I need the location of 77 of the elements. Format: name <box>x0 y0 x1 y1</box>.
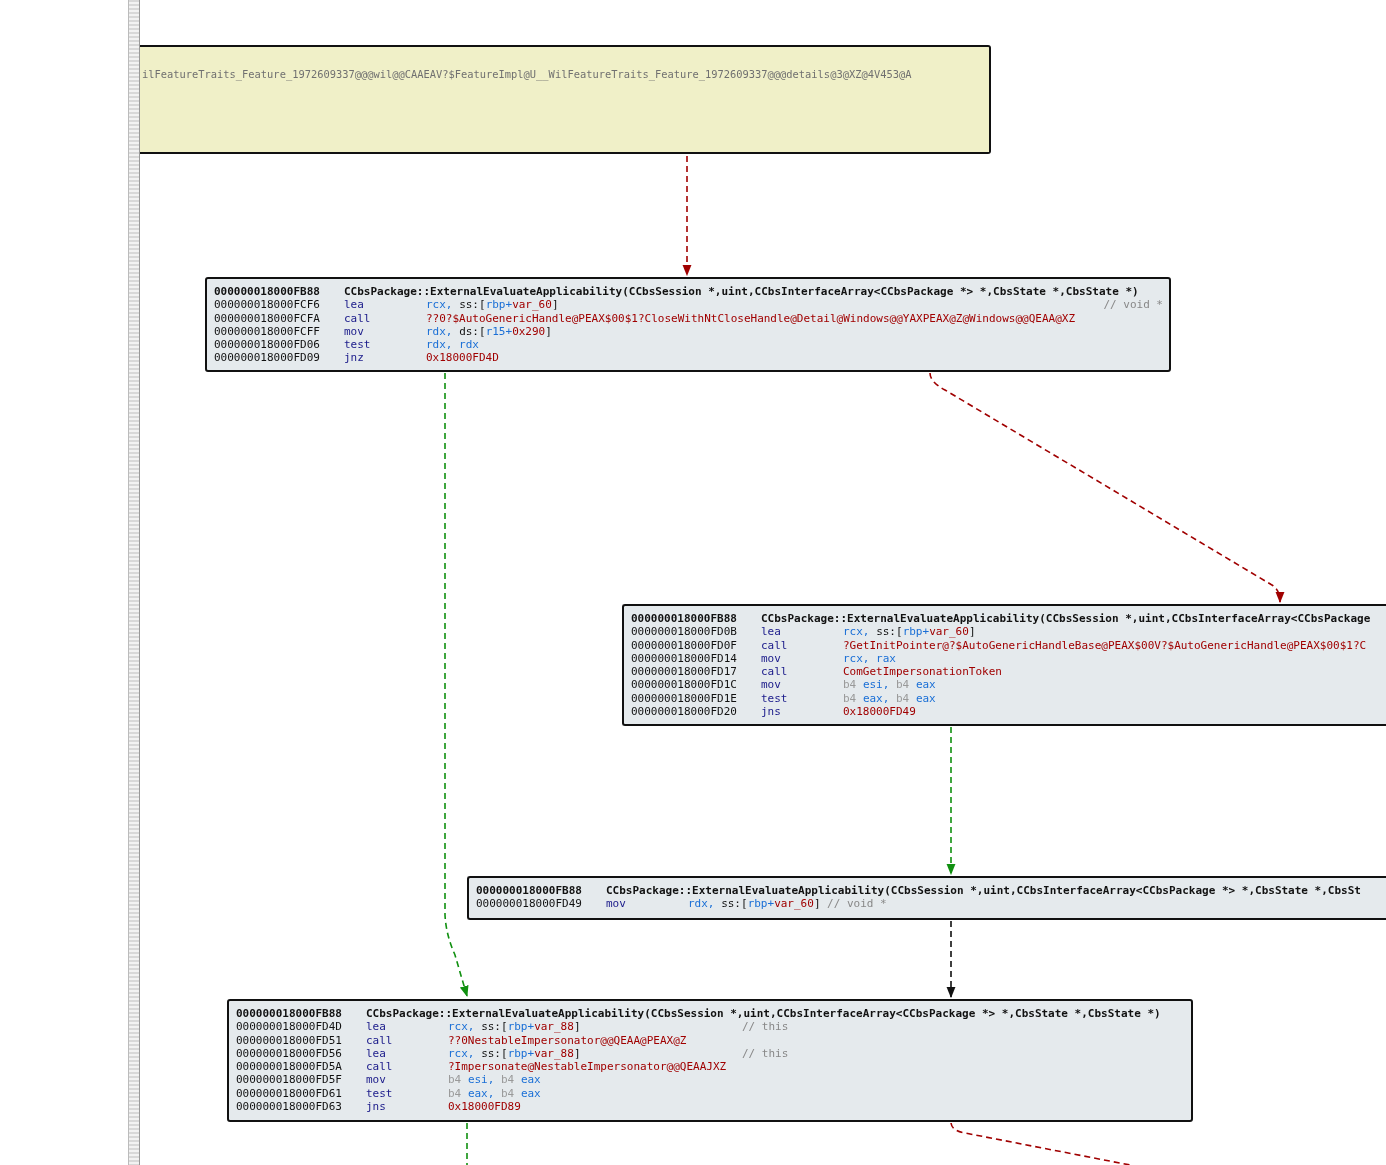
address-text: 000000018000FD20 <box>631 705 738 719</box>
operand-text: b4 esi, b4 eax <box>448 1073 541 1087</box>
operand-text: rdx, ds:[r15+0x290] <box>426 324 552 339</box>
function-signature: CCbsPackage::ExternalEvaluateApplicability(CCbsSession *,uint,CCbsInterfaceArray<CCbsPackage *> *,CbsState *,CbsSt <box>606 884 1361 898</box>
comment-text: // this <box>742 1046 789 1061</box>
operand-text: 0x18000FD89 <box>448 1100 521 1114</box>
comment-text: // void * <box>1103 298 1163 312</box>
block-address: 000000018000FB88 <box>476 884 583 898</box>
operand-text: b4 esi, b4 eax <box>843 678 936 692</box>
mnemonic-text: mov <box>606 897 627 911</box>
function-signature: CCbsPackage::ExternalEvaluateApplicability(CCbsSession *,uint,CCbsInterfaceArray<CCbsPackage *> *,CbsState *,CbsState *) <box>366 1007 1161 1021</box>
operand-text: ?GetInitPointer@?$AutoGenericHandleBase@PEAX$00V?$AutoGenericHandle@PEAX$00$1?C <box>843 638 1367 652</box>
mnemonic-text: lea <box>344 298 365 312</box>
address-text: 000000018000FCFA <box>214 311 321 325</box>
mnemonic-text: test <box>366 1086 394 1101</box>
address-text: 000000018000FD06 <box>214 338 321 352</box>
mnemonic-text: mov <box>344 324 365 339</box>
operand-text: rdx, ss:[rbp+var_60] <box>688 897 821 911</box>
address-text: 000000018000FD17 <box>631 665 738 679</box>
operand-text: rdx, rdx <box>426 338 479 352</box>
operand-text: 0x18000FD49 <box>843 705 916 719</box>
comment-text: // this <box>742 1020 789 1034</box>
comment-text: // void * <box>827 897 887 911</box>
operand-text: ??0?$AutoGenericHandle@PEAX$00$1?CloseWithNtCloseHandle@Detail@Windows@@YAXPEAX@Z@Windows@@QEAA@XZ <box>426 311 1075 325</box>
block-address: 000000018000FB88 <box>236 1007 343 1021</box>
graph-node[interactable] <box>227 999 1193 1122</box>
mnemonic-text: call <box>344 311 372 325</box>
mnemonic-text: call <box>366 1033 394 1047</box>
mnemonic-text: mov <box>761 651 782 666</box>
operand-text: rcx, ss:[rbp+var_88] <box>448 1020 582 1034</box>
block-address: 000000018000FB88 <box>214 285 321 299</box>
mnemonic-text: call <box>761 638 789 652</box>
address-text: 000000018000FD0B <box>631 625 738 639</box>
mnemonic-text: test <box>344 338 372 352</box>
mnemonic-text: call <box>366 1060 394 1074</box>
address-text: 000000018000FD5A <box>236 1060 343 1074</box>
graph-node[interactable] <box>622 604 1386 726</box>
mnemonic-text: lea <box>761 625 782 639</box>
mnemonic-text: jnz <box>344 351 365 365</box>
symbol-name: ilFeatureTraits_Feature_1972609337@@@wil@@CAAEAV?$FeatureImpl@U__WilFeatureTraits_Feature_1972609337@@@details@3@XZ@4V453@A <box>142 68 912 80</box>
operand-text: rcx, ss:[rbp+var_88] <box>448 1046 582 1061</box>
address-text: 000000018000FD0F <box>631 638 738 652</box>
block-address: 000000018000FB88 <box>631 612 738 626</box>
mnemonic-text: jns <box>761 705 782 719</box>
address-text: 000000018000FD51 <box>236 1033 343 1047</box>
mnemonic-text: test <box>761 691 789 706</box>
address-text: 000000018000FD63 <box>236 1100 343 1114</box>
graph-node[interactable] <box>205 277 1171 372</box>
address-text: 000000018000FCFF <box>214 324 321 339</box>
address-text: 000000018000FCF6 <box>214 298 321 312</box>
mnemonic-text: call <box>761 665 789 679</box>
operand-text: b4 eax, b4 eax <box>843 691 936 706</box>
address-text: 000000018000FD56 <box>236 1046 343 1061</box>
mnemonic-text: mov <box>366 1073 387 1087</box>
function-signature: CCbsPackage::ExternalEvaluateApplicability(CCbsSession *,uint,CCbsInterfaceArray<CCbsPackage *> *,CbsState *,CbsState *) <box>344 285 1139 299</box>
address-text: 000000018000FD1E <box>631 691 738 706</box>
operand-text: ?Impersonate@NestableImpersonator@@QEAAJXZ <box>448 1060 727 1074</box>
address-text: 000000018000FD09 <box>214 351 321 365</box>
operand-text: rcx, rax <box>843 651 896 666</box>
address-text: 000000018000FD14 <box>631 651 738 666</box>
function-signature: CCbsPackage::ExternalEvaluateApplicability(CCbsSession *,uint,CCbsInterfaceArray<CCbsPackage <box>761 612 1371 626</box>
address-text: 000000018000FD61 <box>236 1086 343 1101</box>
operand-text: ??0NestableImpersonator@@QEAA@PEAX@Z <box>448 1033 687 1047</box>
address-text: 000000018000FD4D <box>236 1020 343 1034</box>
mnemonic-text: jns <box>366 1100 387 1114</box>
operand-text: rcx, ss:[rbp+var_60] <box>426 298 559 312</box>
operand-text: rcx, ss:[rbp+var_60] <box>843 625 976 639</box>
operand-text: b4 eax, b4 eax <box>448 1086 541 1101</box>
operand-text: 0x18000FD4D <box>426 351 499 365</box>
operand-text: ComGetImpersonationToken <box>843 665 1002 679</box>
mnemonic-text: lea <box>366 1046 387 1061</box>
address-text: 000000018000FD49 <box>476 897 583 911</box>
mnemonic-text: mov <box>761 678 782 692</box>
mnemonic-text: lea <box>366 1020 387 1034</box>
address-text: 000000018000FD1C <box>631 678 738 692</box>
graph-node[interactable]: 000000018000FB88 CCbsPackage::ExternalEvaluateApplicability(CCbsSession *,uint,CCbsInterfaceArray<CCbsPackage *> *,CbsState *,CbsSt 000000018000FD49 mov rdx, ss:[rbp+var_60] // void * <box>467 876 1386 920</box>
address-text: 000000018000FD5F <box>236 1073 343 1087</box>
